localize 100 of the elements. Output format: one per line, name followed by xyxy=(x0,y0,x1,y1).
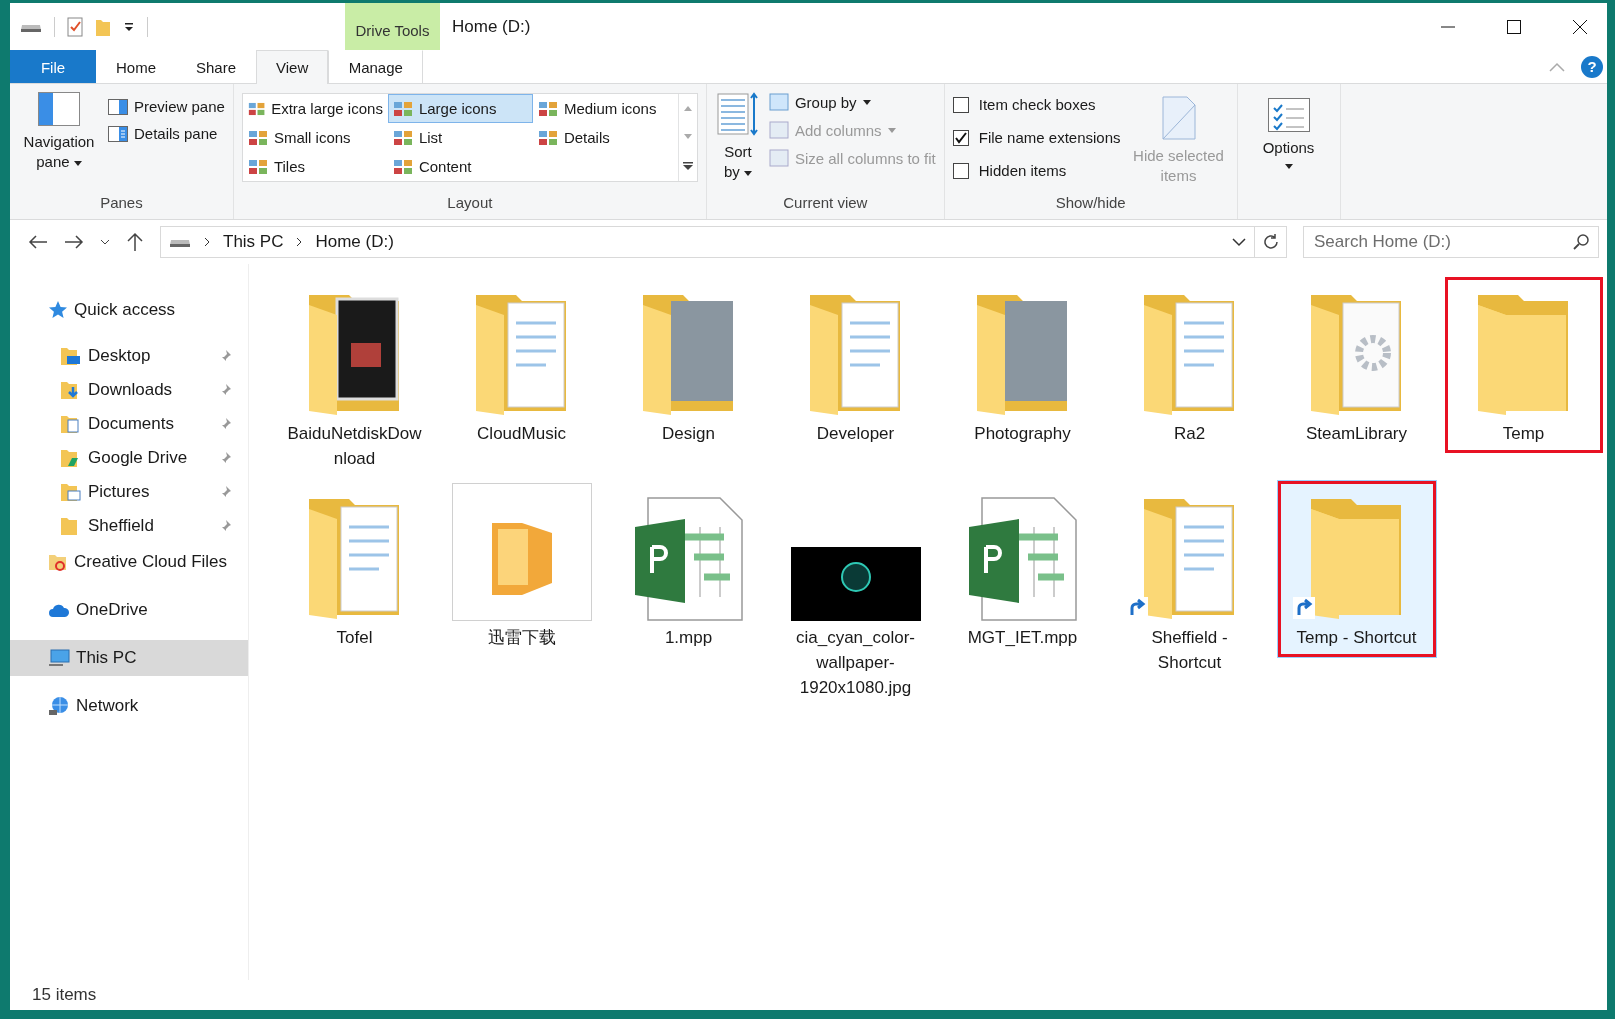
close-icon[interactable] xyxy=(1573,19,1587,34)
address-bar[interactable]: This PC Home (D:) xyxy=(160,226,1255,258)
nav-item[interactable]: Google Drive xyxy=(10,440,248,476)
nav-label: OneDrive xyxy=(76,600,148,620)
checkbox-option[interactable]: Hidden items xyxy=(952,158,1121,183)
cloud-icon xyxy=(48,602,70,618)
checkbox-option[interactable]: File name extensions xyxy=(952,125,1121,150)
layout-option[interactable]: Content xyxy=(387,152,533,181)
file-item[interactable]: 迅雷下载 xyxy=(441,480,602,658)
nav-item[interactable]: This PC xyxy=(10,640,248,676)
preview-pane-button[interactable]: Preview pane xyxy=(108,98,225,115)
file-item[interactable]: Design xyxy=(608,276,769,454)
nav-label: Network xyxy=(76,696,139,716)
folder-icon xyxy=(60,482,82,502)
layout-icon xyxy=(537,129,558,146)
layout-option[interactable]: Details xyxy=(532,123,678,152)
checkbox[interactable] xyxy=(952,162,969,179)
search-icon[interactable] xyxy=(1573,234,1589,250)
ribbon-tab[interactable]: Share xyxy=(176,50,257,83)
checkbox-option[interactable]: Item check boxes xyxy=(952,92,1121,117)
layout-option[interactable]: Medium icons xyxy=(532,94,678,123)
chevron-icon[interactable] xyxy=(203,237,211,247)
nav-item[interactable]: OneDrive xyxy=(10,592,248,628)
file-item[interactable]: CloudMusic xyxy=(441,276,602,454)
layout-option[interactable]: Small icons xyxy=(242,123,388,152)
item-count: 15 items xyxy=(32,985,97,1005)
layout-icon xyxy=(392,100,413,117)
ribbon-tab[interactable]: View xyxy=(256,50,329,84)
file-item[interactable]: Temp - Shortcut xyxy=(1276,480,1437,658)
file-item[interactable]: 1.mpp xyxy=(608,480,769,658)
nav-item[interactable]: Sheffield xyxy=(10,508,248,544)
layout-option[interactable]: Extra large icons xyxy=(242,94,388,123)
file-item[interactable]: BaiduNetdiskDownload xyxy=(274,276,435,472)
ribbon-tab[interactable]: Home xyxy=(96,50,176,83)
expand-gallery-icon[interactable] xyxy=(682,161,693,170)
file-item[interactable]: SteamLibrary xyxy=(1276,276,1437,454)
nav-item[interactable]: Creative Cloud Files xyxy=(10,544,248,580)
details-pane-button[interactable]: Details pane xyxy=(108,125,225,142)
file-item[interactable]: cia_cyan_color-wallpaper-1920x1080.jpg xyxy=(775,480,936,701)
layout-icon xyxy=(392,129,413,146)
file-item[interactable]: MGT_IET.mpp xyxy=(942,480,1103,658)
checkbox[interactable] xyxy=(952,129,969,146)
checkbox[interactable] xyxy=(952,96,969,113)
file-item[interactable]: Photography xyxy=(942,276,1103,454)
caret-icon[interactable] xyxy=(123,20,135,33)
hide-document-icon xyxy=(1161,96,1196,140)
layout-icon xyxy=(247,158,268,175)
back-icon[interactable] xyxy=(28,234,48,250)
checkbox-label: Hidden items xyxy=(978,162,1067,179)
maximize-icon[interactable] xyxy=(1507,19,1521,34)
nav-item[interactable]: Quick access xyxy=(10,292,248,328)
file-name: Tofel xyxy=(335,627,374,649)
file-item[interactable]: Ra2 xyxy=(1109,276,1270,454)
help-button[interactable]: ? xyxy=(1581,55,1603,78)
properties-icon[interactable] xyxy=(67,16,83,37)
search-field[interactable]: Search Home (D:) xyxy=(1303,226,1599,258)
folder-icon xyxy=(60,414,82,434)
checkbox-label: Item check boxes xyxy=(978,96,1096,113)
view-command[interactable]: Group by xyxy=(768,92,936,112)
navigation-pane-icon xyxy=(38,92,80,126)
refresh-icon xyxy=(1261,233,1280,251)
group-label: Layout xyxy=(446,194,494,213)
nav-label: Downloads xyxy=(88,380,173,400)
folder-icon xyxy=(451,483,592,621)
file-name: Developer xyxy=(815,423,896,445)
nav-label: Google Drive xyxy=(88,448,188,468)
up-icon[interactable] xyxy=(126,232,144,252)
sort-by-button[interactable]: Sort by xyxy=(714,90,761,184)
layout-option[interactable]: List xyxy=(387,123,533,152)
breadcrumb[interactable]: This PC xyxy=(223,232,284,252)
layout-icon xyxy=(392,158,413,175)
nav-item[interactable]: Documents xyxy=(10,406,248,442)
forward-icon[interactable] xyxy=(64,234,84,250)
preview-pane-icon xyxy=(108,98,128,115)
file-name: cia_cyan_color-wallpaper-1920x1080.jpg xyxy=(794,627,917,699)
options-button[interactable]: Options xyxy=(1245,90,1332,177)
ribbon-tab[interactable]: Manage xyxy=(328,50,424,83)
file-item[interactable]: Temp xyxy=(1443,276,1604,454)
layout-icon xyxy=(247,100,266,117)
file-name: BaiduNetdiskDownload xyxy=(286,423,423,470)
file-item[interactable]: Tofel xyxy=(274,480,435,658)
nav-item[interactable]: Desktop xyxy=(10,338,248,374)
checkbox-label: File name extensions xyxy=(978,129,1121,146)
layout-option[interactable]: Tiles xyxy=(242,152,388,181)
breadcrumb[interactable]: Home (D:) xyxy=(315,232,394,252)
nav-item[interactable]: Pictures xyxy=(10,474,248,510)
file-item[interactable]: Developer xyxy=(775,276,936,454)
ribbon-tab[interactable]: File xyxy=(10,50,96,83)
folder-icon xyxy=(48,552,68,572)
chevron-icon[interactable] xyxy=(295,237,304,247)
dropdown-icon[interactable] xyxy=(1232,237,1246,247)
refresh-button[interactable] xyxy=(1255,226,1287,258)
nav-item[interactable]: Network xyxy=(10,688,248,724)
file-item[interactable]: Sheffield - Shortcut xyxy=(1109,480,1270,676)
navigation-pane-button[interactable]: Navigation pane xyxy=(18,90,100,174)
file-name: 1.mpp xyxy=(663,627,714,649)
recent-locations-icon[interactable] xyxy=(100,238,110,246)
nav-item[interactable]: Downloads xyxy=(10,372,248,408)
layout-option[interactable]: Large icons xyxy=(387,94,533,123)
computer-icon xyxy=(48,649,70,667)
